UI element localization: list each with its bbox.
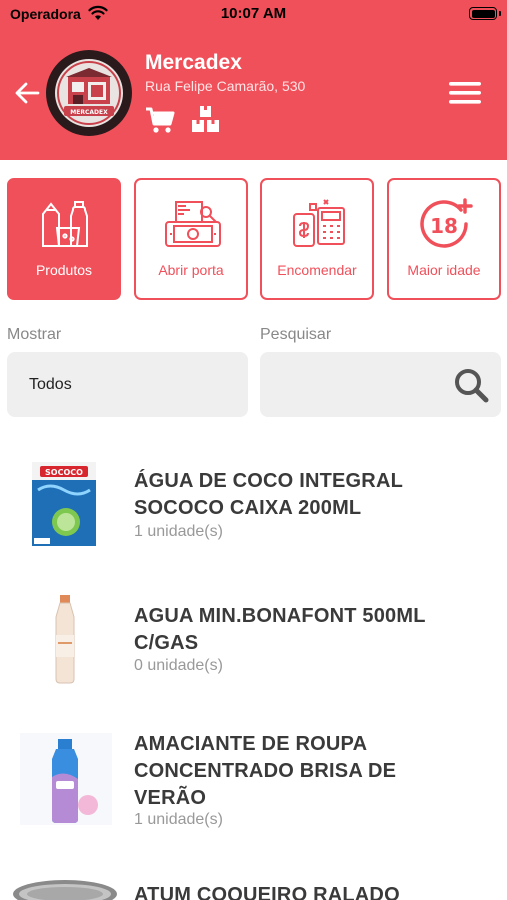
product-row[interactable]: AGUA MIN.BONAFONT 500ML C/GAS 0 unidade(… (0, 585, 507, 695)
svg-text:18: 18 (430, 214, 458, 238)
water-bottle-image (55, 595, 75, 684)
softener-bottle-image (20, 733, 112, 825)
store-header: Operadora 10:07 AM MERCADEX Mercadex Rua… (0, 0, 507, 160)
store-name: Mercadex (145, 51, 242, 74)
show-filter-value: Todos (29, 376, 72, 393)
product-row[interactable]: AMACIANTE DE ROUPA CONCENTRADO BRISA DE … (0, 725, 507, 845)
product-name: AMACIANTE DE ROUPA CONCENTRADO BRISA DE … (134, 733, 397, 809)
battery-icon (469, 7, 501, 20)
clock: 10:07 AM (220, 5, 287, 22)
search-icon[interactable] (453, 367, 489, 403)
store-logo: MERCADEX (46, 50, 132, 136)
screen: Operadora 10:07 AM MERCADEX Mercadex Rua… (0, 0, 507, 900)
cart-icon[interactable] (145, 106, 175, 134)
products-icon (42, 201, 88, 247)
tile-label: Maior idade (407, 262, 481, 278)
back-arrow-icon[interactable] (14, 80, 40, 106)
show-filter-label: Mostrar (7, 326, 62, 343)
order-tile[interactable]: Encomendar (260, 178, 374, 300)
products-tile[interactable]: Produtos (7, 178, 121, 300)
coconut-water-box-image: SOCOCO (32, 462, 96, 546)
product-quantity: 0 unidade(s) (134, 657, 223, 674)
store-address: Rua Felipe Camarão, 530 (145, 78, 306, 94)
open-door-tile[interactable]: Abrir porta (134, 178, 248, 300)
svg-text:SOCOCO: SOCOCO (45, 468, 83, 477)
search-label: Pesquisar (260, 326, 332, 343)
product-row[interactable]: SOCOCO ÁGUA DE COCO INTEGRAL SOCOCO CAIX… (0, 450, 507, 560)
open-door-icon (165, 201, 221, 247)
tile-label: Produtos (35, 262, 93, 278)
tile-label: Encomendar (277, 262, 357, 278)
product-name: ÁGUA DE COCO INTEGRAL SOCOCO CAIXA 200ML (134, 470, 404, 519)
age-18-icon: 18 (420, 198, 473, 248)
boxes-icon[interactable] (190, 104, 222, 134)
product-name: AGUA MIN.BONAFONT 500ML C/GAS (134, 605, 426, 654)
product-row[interactable]: ATUM COQUEIRO RALADO (0, 870, 507, 900)
hamburger-menu-icon[interactable] (448, 80, 482, 106)
search-input[interactable] (260, 352, 501, 417)
show-filter-select[interactable]: Todos (7, 352, 248, 417)
adult-age-tile[interactable]: 18 Maior idade (387, 178, 501, 300)
status-bar: Operadora 10:07 AM (0, 0, 507, 28)
product-quantity: 1 unidade(s) (134, 523, 223, 540)
product-quantity: 1 unidade(s) (134, 811, 223, 828)
tile-label: Abrir porta (158, 262, 224, 278)
tuna-can-image (13, 880, 117, 900)
order-icon (293, 199, 345, 247)
product-name: ATUM COQUEIRO RALADO (134, 884, 400, 900)
logo-text: MERCADEX (70, 109, 108, 116)
